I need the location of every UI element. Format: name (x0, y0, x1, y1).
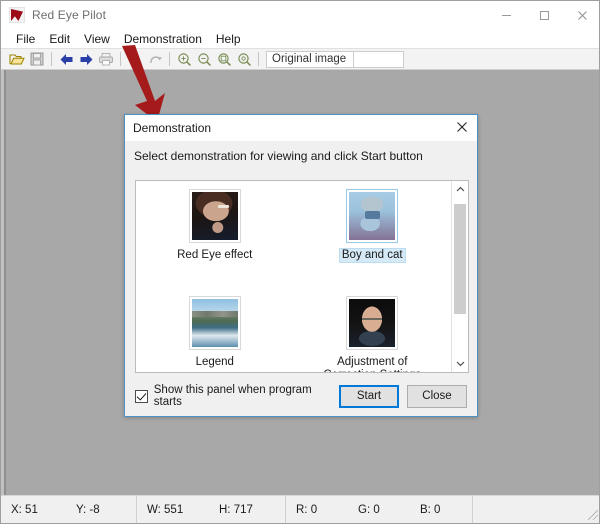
chevron-down-icon[interactable] (452, 355, 468, 372)
maximize-icon[interactable] (525, 1, 563, 29)
dialog-prompt: Select demonstration for viewing and cli… (125, 141, 477, 171)
list-item-label: Adjustment of Correction Settings (308, 356, 436, 372)
red-eye-pilot-icon (9, 7, 25, 23)
list-item-label: Legend (194, 356, 236, 369)
dialog-title: Demonstration (133, 121, 211, 135)
minimize-icon[interactable] (487, 1, 525, 29)
zoom-fit-icon[interactable] (214, 50, 234, 69)
print-icon[interactable] (96, 50, 116, 69)
thumbnail-image (349, 192, 395, 240)
list-item-label: Red Eye effect (175, 249, 254, 262)
dialog-title-bar: Demonstration (125, 115, 477, 141)
demonstration-list-area: Red Eye effect Boy and cat Legend (136, 181, 451, 372)
title-bar: Red Eye Pilot (1, 1, 600, 29)
dialog-buttons: Start Close (339, 385, 467, 408)
status-g: G: 0 (348, 496, 410, 523)
toolbar: Original image (1, 48, 600, 70)
list-item-label: Boy and cat (340, 249, 405, 262)
status-bar: X: 51 Y: -8 W: 551 H: 717 R: 0 G: 0 B: 0 (1, 495, 600, 523)
menu-item-view[interactable]: View (77, 31, 117, 47)
image-mode-combo[interactable]: Original image (266, 51, 354, 68)
status-b: B: 0 (410, 496, 472, 523)
scrollbar-track[interactable] (452, 198, 468, 355)
menu-item-file[interactable]: File (9, 31, 42, 47)
back-arrow-icon[interactable] (56, 50, 76, 69)
status-y: Y: -8 (66, 496, 136, 523)
application-window: Red Eye Pilot File Edit View Demonstrati… (0, 0, 600, 524)
status-divider (472, 496, 473, 523)
forward-arrow-icon[interactable] (76, 50, 96, 69)
open-icon[interactable] (7, 50, 27, 69)
thumbnail-frame (346, 189, 398, 243)
redo-icon[interactable] (145, 50, 165, 69)
checkbox-box[interactable] (135, 390, 148, 403)
save-icon[interactable] (27, 50, 47, 69)
image-mode-combo-extension[interactable] (354, 51, 404, 68)
status-r: R: 0 (286, 496, 348, 523)
zoom-out-icon[interactable] (194, 50, 214, 69)
toolbar-separator (169, 52, 170, 66)
thumbnail-frame (189, 189, 241, 243)
chevron-up-icon[interactable] (452, 181, 468, 198)
dialog-footer: Show this panel when program starts Star… (135, 384, 467, 408)
demonstration-grid: Red Eye effect Boy and cat Legend (136, 181, 451, 372)
toolbar-separator (120, 52, 121, 66)
zoom-actual-icon[interactable] (234, 50, 254, 69)
status-h: H: 717 (209, 496, 285, 523)
thumbnail-image (192, 299, 238, 347)
list-item[interactable]: Red Eye effect (136, 189, 294, 262)
list-item[interactable]: Boy and cat (294, 189, 452, 262)
show-panel-checkbox[interactable]: Show this panel when program starts (135, 384, 339, 408)
status-w: W: 551 (137, 496, 209, 523)
demonstration-list[interactable]: Red Eye effect Boy and cat Legend (135, 180, 469, 373)
status-x: X: 51 (1, 496, 66, 523)
list-item[interactable]: Legend (136, 296, 294, 372)
window-controls (487, 1, 600, 29)
close-button[interactable]: Close (407, 385, 467, 408)
menu-item-edit[interactable]: Edit (42, 31, 77, 47)
close-icon[interactable] (563, 1, 600, 29)
list-scrollbar[interactable] (451, 181, 468, 372)
canvas-edge (4, 70, 6, 495)
thumbnail-image (349, 299, 395, 347)
toolbar-separator (258, 52, 259, 66)
resize-grip[interactable] (588, 510, 598, 520)
start-button[interactable]: Start (339, 385, 399, 408)
toolbar-separator (51, 52, 52, 66)
thumbnail-image (192, 192, 238, 240)
window-title: Red Eye Pilot (32, 8, 106, 22)
thumbnail-frame (346, 296, 398, 350)
checkbox-label: Show this panel when program starts (154, 384, 339, 408)
menu-item-help[interactable]: Help (209, 31, 248, 47)
list-item[interactable]: Adjustment of Correction Settings (294, 296, 452, 372)
demonstration-dialog: Demonstration Select demonstration for v… (124, 114, 478, 417)
close-icon[interactable] (449, 115, 475, 139)
zoom-in-icon[interactable] (174, 50, 194, 69)
undo-icon[interactable] (125, 50, 145, 69)
menu-bar: File Edit View Demonstration Help (1, 29, 600, 48)
menu-item-demonstration[interactable]: Demonstration (117, 31, 209, 47)
thumbnail-frame (189, 296, 241, 350)
scrollbar-thumb[interactable] (454, 204, 466, 314)
